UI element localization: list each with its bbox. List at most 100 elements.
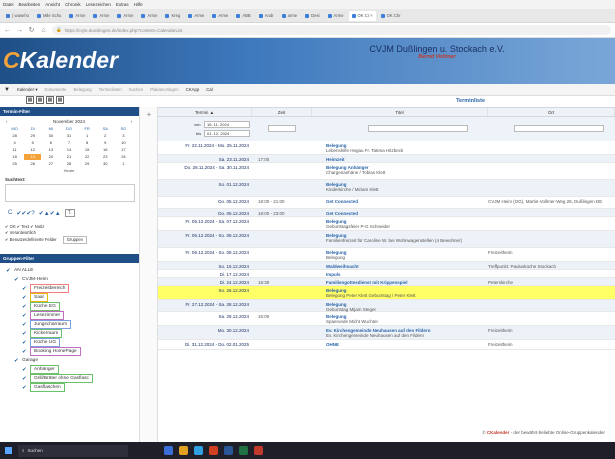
von-date-input[interactable]: 16. 11. 2024 xyxy=(204,121,250,128)
row-title[interactable]: Impuls xyxy=(326,272,468,277)
calendar-day[interactable]: 23 xyxy=(97,154,114,160)
calendar-day[interactable]: 18 xyxy=(6,154,23,160)
browser-tab[interactable]: OK Chr xyxy=(378,11,404,21)
row-title[interactable]: Familiengottesdienst mit Krippenspiel xyxy=(326,280,468,285)
browser-tab[interactable]: Arme xyxy=(325,11,347,21)
calendar-day[interactable]: 1 xyxy=(115,161,132,167)
calendar-day[interactable]: 5 xyxy=(24,140,41,146)
table-row[interactable]: Di. 24.12.2024 15:30 Familiengottesdienst … xyxy=(158,278,615,286)
table-row[interactable]: Fr. 06.12.2024 - Sa. 07.12.2024 Belegung G… xyxy=(158,217,615,231)
calendar-day[interactable]: 4 xyxy=(6,140,23,146)
table-row[interactable]: So. 15.12.2024 Waldweihnacht Treffpunkt: P… xyxy=(158,262,615,270)
menu-item[interactable]: Hilfe xyxy=(134,2,143,7)
row-title[interactable]: Get Connected xyxy=(326,199,468,204)
calendar-day[interactable]: 9 xyxy=(97,140,114,146)
calendar-day[interactable]: 2 xyxy=(97,133,114,139)
group-item[interactable]: ✔ Booking HomePage xyxy=(6,347,133,356)
toolbar-item[interactable]: CKApp xyxy=(186,87,200,92)
search-option-custom[interactable]: ✔ Benutzerdefinierte Felder xyxy=(5,237,57,242)
address-bar[interactable]: 🔒 https://cvjm-dusslingen.de/index.php?co… xyxy=(52,25,611,35)
browser-tab[interactable]: Desi xyxy=(302,11,322,21)
calendar-day[interactable]: 17 xyxy=(115,147,132,153)
calendar-day[interactable]: 30 xyxy=(97,161,114,167)
group-item[interactable]: ✔ Grill/Bräter ohne Gasflasc xyxy=(6,374,133,383)
browser-tab[interactable]: Arme xyxy=(138,11,160,21)
browser-tab[interactable]: ( waseho xyxy=(3,11,32,21)
calendar-day[interactable]: 15 xyxy=(79,147,96,153)
forward-icon[interactable]: → xyxy=(16,27,23,34)
checkbox-icon[interactable]: ✔ xyxy=(22,313,27,319)
calendar-day[interactable]: 24 xyxy=(115,154,132,160)
checkbox-icon[interactable]: ✔ xyxy=(14,358,19,364)
taskbar-firefox-icon[interactable] xyxy=(209,446,218,455)
checkbox-icon[interactable]: ✔ xyxy=(14,277,19,283)
calendar-day[interactable]: 16 xyxy=(97,147,114,153)
next-month-icon[interactable]: › xyxy=(131,119,133,124)
calendar-day[interactable]: 22 xyxy=(79,154,96,160)
col-termin[interactable]: Termin ▲ xyxy=(158,108,252,116)
check-icon[interactable]: ✔✔✔? xyxy=(16,210,34,217)
calendar-day[interactable]: 28 xyxy=(60,161,77,167)
calendar-day[interactable]: 29 xyxy=(24,133,41,139)
back-icon[interactable]: ← xyxy=(4,27,11,34)
text-filter-icon[interactable]: T. xyxy=(64,209,75,217)
taskbar-folder-icon[interactable] xyxy=(179,446,188,455)
view-day-button[interactable]: ▦ xyxy=(26,96,34,104)
taskbar-excel-icon[interactable] xyxy=(239,446,248,455)
checkbox-icon[interactable]: ✔ xyxy=(22,322,27,328)
taskbar-word-icon[interactable] xyxy=(224,446,233,455)
browser-tab[interactable]: Arme xyxy=(114,11,136,21)
add-icon[interactable]: + xyxy=(140,110,158,119)
calendar-day[interactable]: 1 xyxy=(79,133,96,139)
col-zeit[interactable]: Zeit xyxy=(252,108,312,116)
browser-tab[interactable]: Arme xyxy=(66,11,88,21)
table-row[interactable]: So. 01.12.2024 Belegung Kinderkirche / Mir… xyxy=(158,180,615,197)
calendar-day[interactable]: 12 xyxy=(24,147,41,153)
table-row[interactable]: Fr. 06.12.2024 - So. 08.12.2024 Belegung B… xyxy=(158,248,615,262)
table-row[interactable]: Do. 05.12.2024 18:00 - 21:00 Get Connected… xyxy=(158,197,615,209)
calendar-day[interactable]: 20 xyxy=(42,154,59,160)
home-icon[interactable]: ⌂ xyxy=(40,27,47,34)
browser-tab[interactable]: Andr xyxy=(256,11,277,21)
zeit-filter-input[interactable] xyxy=(268,125,296,132)
toolbar-item[interactable]: Dokumente xyxy=(45,87,67,92)
checkbox-icon[interactable]: ✔ xyxy=(22,331,27,337)
group-item[interactable]: ✔ CVJM-Heim xyxy=(6,275,133,284)
browser-tab[interactable]: arme xyxy=(279,11,301,21)
menu-item[interactable]: Ansicht xyxy=(45,2,60,7)
calendar-day[interactable]: 21 xyxy=(60,154,77,160)
calendar-day[interactable]: 31 xyxy=(60,133,77,139)
browser-tab[interactable]: Arme xyxy=(185,11,207,21)
bis-date-input[interactable]: 01. 12. 2024 xyxy=(204,130,250,137)
windows-start-icon[interactable] xyxy=(5,447,12,454)
reload-icon[interactable]: ↻ xyxy=(28,26,35,34)
table-row[interactable]: Do. 28.11.2024 - Sa. 30.11.2024 Belegung … xyxy=(158,163,615,180)
table-row[interactable]: Di. 31.12.2024 - Do. 02.01.2025 OHNE Freiz… xyxy=(158,340,615,350)
calendar-day[interactable]: 27 xyxy=(42,161,59,167)
group-item[interactable]: ✔ Gasflaschen xyxy=(6,383,133,392)
browser-tab[interactable]: Mile Schu xyxy=(34,11,64,21)
toolbar-item[interactable]: Cal xyxy=(206,87,212,92)
group-item[interactable]: ✔ Jungscharraum xyxy=(6,320,133,329)
group-item[interactable]: ✔ Garage xyxy=(6,356,133,365)
taskbar-app-icon[interactable] xyxy=(164,446,173,455)
table-row[interactable]: Sa. 23.11.2024 17:00 Heimzeit xyxy=(158,155,615,163)
browser-tab[interactable]: OK CI × xyxy=(348,10,376,21)
group-item[interactable]: ✔ Saal xyxy=(6,293,133,302)
check-all-icon[interactable]: C xyxy=(8,210,12,216)
group-item[interactable]: ✔ Anhänger xyxy=(6,365,133,374)
table-row[interactable]: Fr. 22.11.2024 - Mo. 25.11.2024 Belegung L… xyxy=(158,141,615,155)
app-logo[interactable]: CKalender xyxy=(3,47,118,74)
table-row[interactable]: Do. 05.12.2024 18:00 - 23:00 Get Connected xyxy=(158,209,615,217)
check-icon-2[interactable]: ✔▲✔▲ xyxy=(39,210,61,217)
calendar-day[interactable]: 7 xyxy=(60,140,77,146)
calendar-day[interactable]: 29 xyxy=(79,161,96,167)
toolbar-item[interactable]: Suchen xyxy=(129,87,144,92)
menu-item[interactable]: Extras xyxy=(116,2,129,7)
checkbox-icon[interactable]: ✔ xyxy=(22,340,27,346)
group-item[interactable]: ✔ Freizeitbereich xyxy=(6,284,133,293)
menu-item[interactable]: Lesezeichen xyxy=(86,2,111,7)
calendar-day[interactable]: 19 xyxy=(24,154,42,160)
checkbox-icon[interactable]: ✔ xyxy=(22,286,27,292)
toolbar-item[interactable]: Kalender ▾ xyxy=(17,87,38,93)
